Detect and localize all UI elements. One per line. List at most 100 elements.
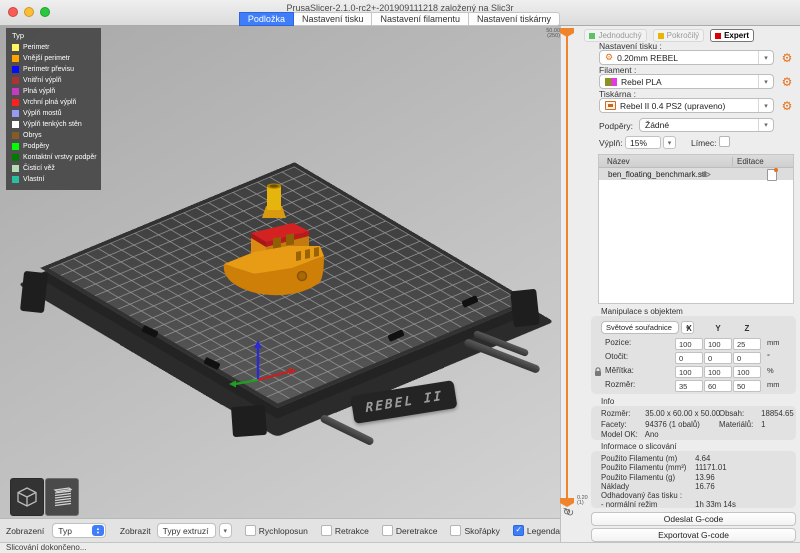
legend-item: Výplň tenkých stěn: [12, 119, 96, 130]
legend-item: Čisticí věž: [12, 163, 96, 174]
tab[interactable]: Nastavení tisku: [293, 12, 373, 26]
manipulation-row-label: Měřítka:: [605, 366, 634, 375]
info-row: Obsah: 18854.65: [719, 409, 794, 420]
legend-item: Kontaktní vrstvy podpěr: [12, 152, 96, 163]
tab[interactable]: Nastavení filamentu: [371, 12, 469, 26]
edit-object-icon[interactable]: [767, 169, 777, 181]
checkbox[interactable]: [321, 525, 332, 536]
filament-select[interactable]: Rebel PLA ▾: [599, 74, 774, 89]
mode-color-icon: [589, 33, 595, 39]
legend-color-swatch: [12, 121, 19, 128]
info-box: Rozměr: 35.00 x 60.00 x 50.00 Facety: 94…: [591, 406, 796, 440]
slicing-info-box: Použito Filamentu (m) 4.64 Použito Filam…: [591, 451, 796, 508]
checkbox-label: Rychloposun: [259, 526, 308, 536]
object-list-header: Název Editace: [599, 155, 793, 168]
chevron-down-icon: ▾: [758, 75, 773, 88]
supports-select[interactable]: Žádné ▾: [639, 118, 774, 132]
unit-label: %: [767, 366, 774, 375]
manipulation-row-label: Otočit:: [605, 352, 628, 361]
printer-gear-button[interactable]: ⚙: [780, 99, 794, 113]
axis-z-input[interactable]: 25: [733, 338, 761, 350]
frame-bracket-left: [20, 271, 48, 313]
axis-z-input[interactable]: 0: [733, 352, 761, 364]
printer-icon: [605, 101, 616, 110]
feature-checkbox-item[interactable]: Rychloposun: [245, 525, 308, 536]
checkbox[interactable]: [245, 525, 256, 536]
axis-x-input[interactable]: 100: [675, 366, 703, 378]
feature-checkbox-item[interactable]: Legenda: [513, 525, 560, 536]
infill-input[interactable]: 15%: [625, 136, 661, 149]
axes-indicator-icon: [228, 340, 300, 388]
tab[interactable]: Nastavení tiskárny: [468, 12, 560, 26]
legend-color-swatch: [12, 55, 19, 62]
slicing-info-label: Náklady: [601, 482, 693, 491]
right-panel: Jednoduchý Pokročilý Expert Nastavení ti…: [560, 26, 800, 542]
unit-label: °: [767, 352, 770, 361]
view-mode-select[interactable]: Typ ▲▼: [52, 523, 106, 538]
axis-y-input[interactable]: 100: [704, 366, 732, 378]
print-settings-select[interactable]: ⚙ 0.20mm REBEL ▾: [599, 50, 774, 65]
tab[interactable]: Podložka: [239, 12, 294, 26]
frame-bracket-right: [510, 289, 540, 328]
axis-y-input[interactable]: 0: [704, 352, 732, 364]
axis-z-input[interactable]: 50: [733, 380, 761, 392]
axis-z-input[interactable]: 100: [733, 366, 761, 378]
show-features-chevron-button[interactable]: ▾: [219, 523, 232, 538]
axis-header-x: X: [675, 324, 703, 333]
legend-item-label: Obrys: [23, 132, 42, 139]
layers-preview-button[interactable]: [45, 478, 79, 516]
reslice-icon[interactable]: ↻: [561, 507, 573, 519]
legend-item: Vnější perimetr: [12, 53, 96, 64]
checkbox[interactable]: [450, 525, 461, 536]
printer-select[interactable]: Rebel II 0.4 PS2 (upraveno) ▾: [599, 98, 774, 113]
slicing-info-row: Odhadovaný čas tisku :: [591, 491, 796, 500]
info-label: Obsah:: [719, 409, 759, 418]
checkbox[interactable]: [513, 525, 524, 536]
layers-icon: [50, 486, 74, 508]
axis-x-input[interactable]: 35: [675, 380, 703, 392]
legend-color-swatch: [12, 165, 19, 172]
slicing-info-row: - normální režim 1h 33m 14s: [591, 500, 796, 509]
feature-checkbox-item[interactable]: Retrakce: [321, 525, 369, 536]
legend-item: Výplň mostů: [12, 108, 96, 119]
legend-item-label: Výplň mostů: [23, 110, 62, 117]
mode-button[interactable]: Expert: [710, 29, 754, 42]
3d-viewport[interactable]: REBEL II Typ Perimetr Vnější perimetr: [0, 26, 560, 518]
info-label: Facety:: [601, 420, 643, 429]
brim-checkbox[interactable]: [719, 136, 730, 147]
feature-checkbox-item[interactable]: Skořápky: [450, 525, 499, 536]
supports-label: Podpěry:: [599, 121, 633, 131]
benchy-model[interactable]: [218, 176, 333, 304]
eye-icon[interactable]: [699, 170, 711, 179]
legend-item-label: Čisticí věž: [23, 165, 55, 172]
manipulation-row-label: Pozice:: [605, 338, 631, 347]
slicing-info-label: Použito Filamentu (m): [601, 454, 693, 463]
object-row[interactable]: ben_floating_benchmark.stl: [599, 168, 793, 180]
legend-items: Perimetr Vnější perimetr Perimetr převis…: [12, 42, 96, 185]
coord-system-select[interactable]: Světové souřadnice: [601, 321, 679, 334]
legend-item-label: Perimetr převisu: [23, 66, 74, 73]
show-features-select[interactable]: Typy extruzí: [157, 523, 216, 538]
axis-y-input[interactable]: 60: [704, 380, 732, 392]
layer-slider-track[interactable]: [566, 36, 568, 500]
info-label: Model OK:: [601, 430, 643, 439]
print-settings-gear-button[interactable]: ⚙: [780, 51, 794, 65]
lock-icon[interactable]: [594, 367, 602, 377]
infill-chevron-button[interactable]: ▾: [663, 136, 676, 149]
slicing-info-row: Použito Filamentu (mm³) 11171.01: [591, 463, 796, 472]
axis-y-input[interactable]: 100: [704, 338, 732, 350]
print-settings-value: 0.20mm REBEL: [617, 53, 758, 63]
checkbox[interactable]: [382, 525, 393, 536]
info-value: 18854.65: [761, 409, 794, 418]
manipulation-box: Světové souřadnice ▾ X Y Z Pozice: 100 1…: [591, 316, 796, 394]
axis-x-input[interactable]: 0: [675, 352, 703, 364]
send-gcode-button[interactable]: Odeslat G-code: [591, 512, 796, 526]
axis-x-input[interactable]: 100: [675, 338, 703, 350]
export-gcode-button[interactable]: Exportovat G-code: [591, 528, 796, 542]
status-bar: Slicování dokončeno...: [0, 542, 800, 553]
feature-checkbox-item[interactable]: Deretrakce: [382, 525, 438, 536]
filament-gear-button[interactable]: ⚙: [780, 75, 794, 89]
3d-editor-view-button[interactable]: [10, 478, 44, 516]
plaque-text: REBEL II: [365, 388, 443, 415]
legend-item: Obrys: [12, 130, 96, 141]
